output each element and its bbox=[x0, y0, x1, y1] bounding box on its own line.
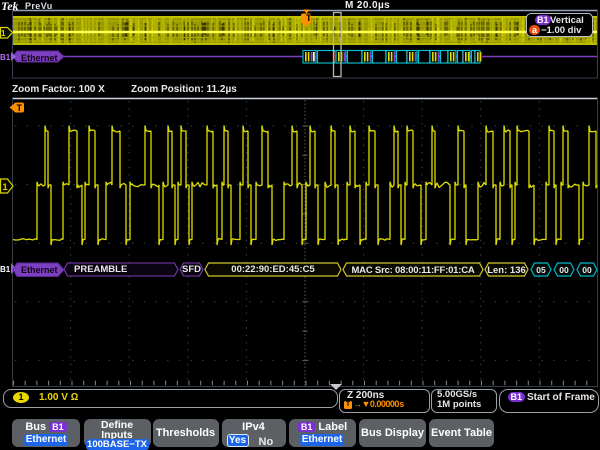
svg-text:1: 1 bbox=[3, 182, 8, 192]
